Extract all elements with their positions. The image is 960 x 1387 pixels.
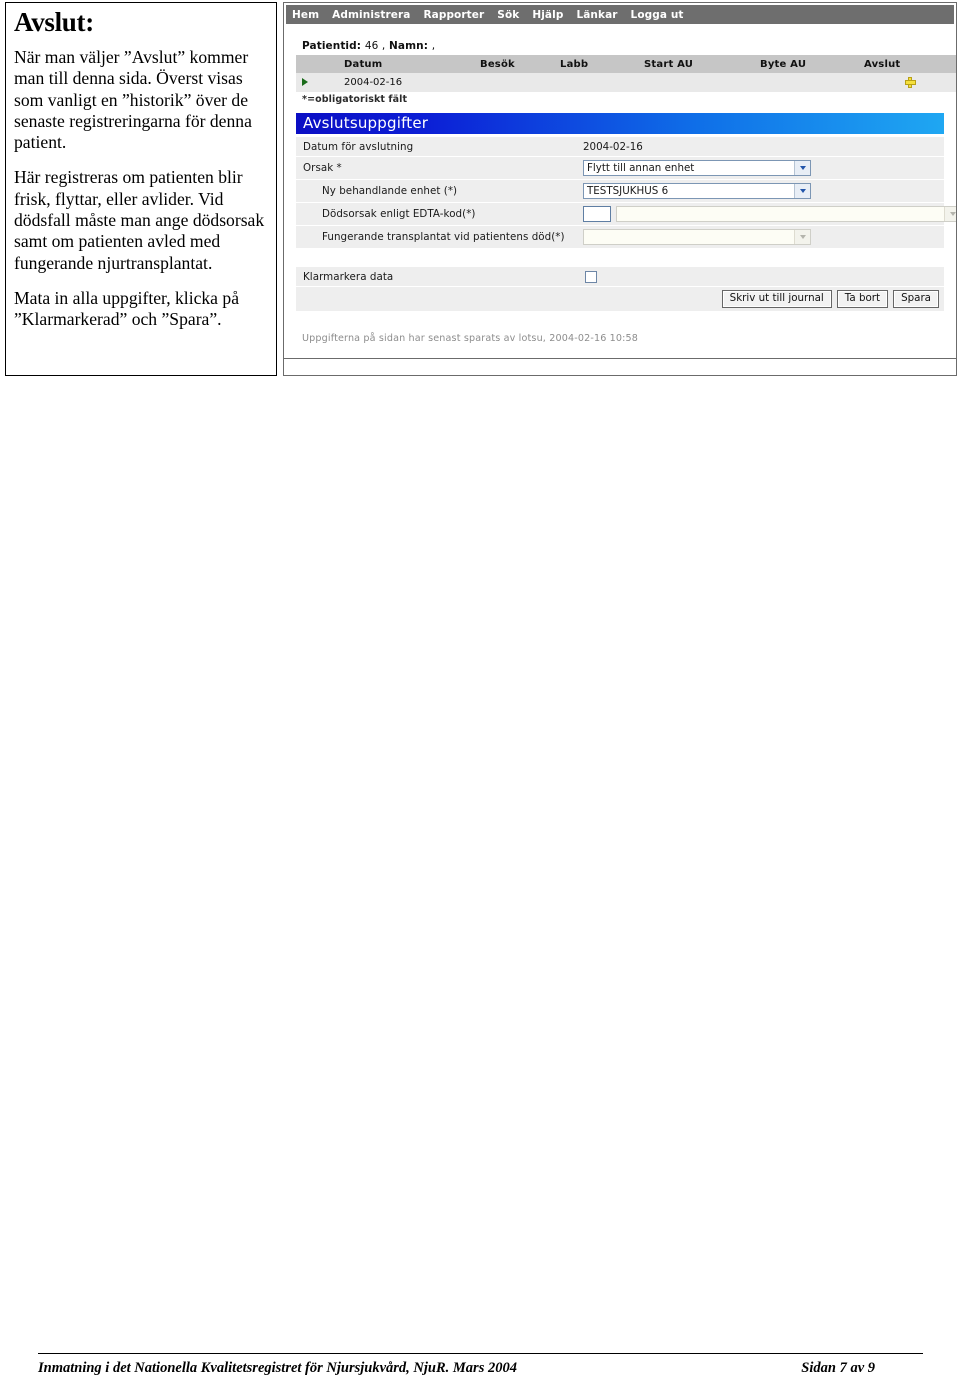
print-to-journal-button[interactable]: Skriv ut till journal (721, 289, 832, 308)
value-fungerande-transplantat-wrapper (579, 226, 944, 248)
value-orsak-wrapper: Flytt till annan enhet (579, 157, 944, 179)
footer-page-number: Sidan 7 av 9 (801, 1360, 875, 1377)
save-button[interactable]: Spara (893, 289, 939, 308)
patient-history-section: Patientid: 46 , Namn: , Datum Besök Labb… (296, 39, 956, 92)
ny-behandlande-enhet-select[interactable]: TESTSJUKHUS 6 (583, 183, 811, 199)
section-title-avslutsuppgifter: Avslutsuppgifter (296, 113, 944, 134)
form-row-ny-behandlande-enhet: Ny behandlande enhet (*) TESTSJUKHUS 6 (296, 180, 944, 203)
orsak-select[interactable]: Flytt till annan enhet (583, 160, 811, 176)
footer-divider (38, 1353, 923, 1355)
patient-identity-line: Patientid: 46 , Namn: , (296, 39, 944, 55)
application-screenshot: Hem Administrera Rapporter Sök Hjälp Län… (283, 2, 957, 376)
label-dodsorsak-edta-kod: Dödsorsak enligt EDTA-kod(*) (322, 208, 476, 220)
patient-id-label: Patientid: (302, 40, 362, 52)
cell-start-au[interactable] (638, 73, 754, 92)
chevron-down-icon (794, 230, 810, 244)
menu-item-hjalp[interactable]: Hjälp (532, 9, 563, 21)
menu-item-hem[interactable]: Hem (292, 9, 319, 21)
cell-byte-au[interactable] (754, 73, 858, 92)
menu-item-administrera[interactable]: Administrera (332, 9, 410, 21)
klarmarkera-checkbox[interactable] (585, 270, 597, 283)
form-row-datum: Datum för avslutning 2004-02-16 (296, 137, 944, 157)
ny-behandlande-enhet-value: TESTSJUKHUS 6 (587, 185, 669, 197)
column-header-datum: Datum (338, 55, 474, 73)
form-row-orsak: Orsak * Flytt till annan enhet (296, 157, 944, 180)
label-klarmarkera-data: Klarmarkera data (303, 270, 394, 283)
value-klarmarkera-wrapper (579, 267, 944, 286)
value-dodsorsak-edta-wrapper (579, 203, 956, 225)
chevron-down-icon[interactable] (794, 184, 810, 198)
delete-button[interactable]: Ta bort (836, 289, 889, 308)
patient-name-label: Namn: (389, 40, 429, 52)
footer-document-title: Inmatning i det Nationella Kvalitetsregi… (38, 1360, 517, 1377)
document-body: Avslut: När man väljer ”Avslut” kommer m… (0, 0, 960, 1330)
note-paragraph-2: Här registreras om patienten blir frisk,… (14, 167, 265, 273)
avslut-form: Datum för avslutning 2004-02-16 Orsak * … (296, 137, 956, 311)
form-button-row: Skriv ut till journal Ta bort Spara (296, 287, 944, 311)
menu-item-lankar[interactable]: Länkar (576, 9, 617, 21)
screenshot-bottom-rule (284, 357, 956, 359)
column-header-labb: Labb (554, 55, 638, 73)
menu-item-sok[interactable]: Sök (497, 9, 519, 21)
patient-name-value: , (431, 40, 436, 52)
label-ny-behandlande-enhet: Ny behandlande enhet (*) (322, 185, 458, 197)
form-spacer (296, 249, 944, 267)
cell-labb[interactable] (554, 73, 638, 92)
patient-id-value: 46 , (364, 40, 386, 52)
form-row-dodsorsak-edta: Dödsorsak enligt EDTA-kod(*) (296, 203, 956, 226)
label-fungerande-transplantat: Fungerande transplantat vid patientens d… (322, 231, 565, 243)
menu-item-rapporter[interactable]: Rapporter (423, 9, 484, 21)
edta-code-input[interactable] (583, 206, 611, 222)
explanatory-note-box: Avslut: När man väljer ”Avslut” kommer m… (5, 2, 277, 376)
page-title: Avslut: (14, 7, 94, 37)
column-header-avslut: Avslut (858, 55, 956, 73)
value-ny-behandlande-enhet-wrapper: TESTSJUKHUS 6 (579, 180, 944, 202)
history-table-header-row: Datum Besök Labb Start AU Byte AU Avslut (296, 55, 956, 73)
column-header-start-au: Start AU (638, 55, 754, 73)
menu-item-logga-ut[interactable]: Logga ut (631, 9, 684, 21)
column-header-blank (296, 55, 338, 73)
value-datum-for-avslutning: 2004-02-16 (583, 140, 643, 153)
triangle-right-icon (302, 78, 308, 86)
plus-icon[interactable] (904, 76, 916, 88)
cell-datum: 2004-02-16 (338, 73, 474, 92)
chevron-down-icon (944, 207, 956, 221)
label-orsak: Orsak * (303, 162, 342, 174)
form-row-fungerande-transplantat: Fungerande transplantat vid patientens d… (296, 226, 944, 249)
chevron-down-icon[interactable] (794, 161, 810, 175)
orsak-select-value: Flytt till annan enhet (587, 162, 695, 174)
main-menu-bar: Hem Administrera Rapporter Sök Hjälp Län… (286, 5, 954, 24)
footer-text-row: Inmatning i det Nationella Kvalitetsregi… (38, 1360, 923, 1377)
note-paragraph-3: Mata in alla uppgifter, klicka på ”Klarm… (14, 287, 239, 330)
dodsorsak-edta-select[interactable] (616, 206, 956, 222)
history-table: Datum Besök Labb Start AU Byte AU Avslut… (296, 55, 956, 92)
page-footer: Inmatning i det Nationella Kvalitetsregi… (38, 1353, 923, 1377)
fungerande-transplantat-select[interactable] (583, 229, 811, 245)
last-saved-note: Uppgifterna på sidan har senast sparats … (302, 333, 639, 344)
column-header-byte-au: Byte AU (754, 55, 858, 73)
note-paragraph-1: När man väljer ”Avslut” kommer man till … (14, 47, 252, 153)
column-header-besok: Besök (474, 55, 554, 73)
cell-besok[interactable] (474, 73, 554, 92)
obligatory-field-note: *=obligatoriskt fält (302, 94, 408, 105)
form-row-klarmarkera: Klarmarkera data (296, 267, 944, 287)
table-row[interactable]: 2004-02-16 (296, 73, 956, 92)
row-selector-cell[interactable] (296, 73, 338, 92)
cell-avslut[interactable] (858, 73, 956, 92)
label-datum-for-avslutning: Datum för avslutning (303, 140, 414, 153)
